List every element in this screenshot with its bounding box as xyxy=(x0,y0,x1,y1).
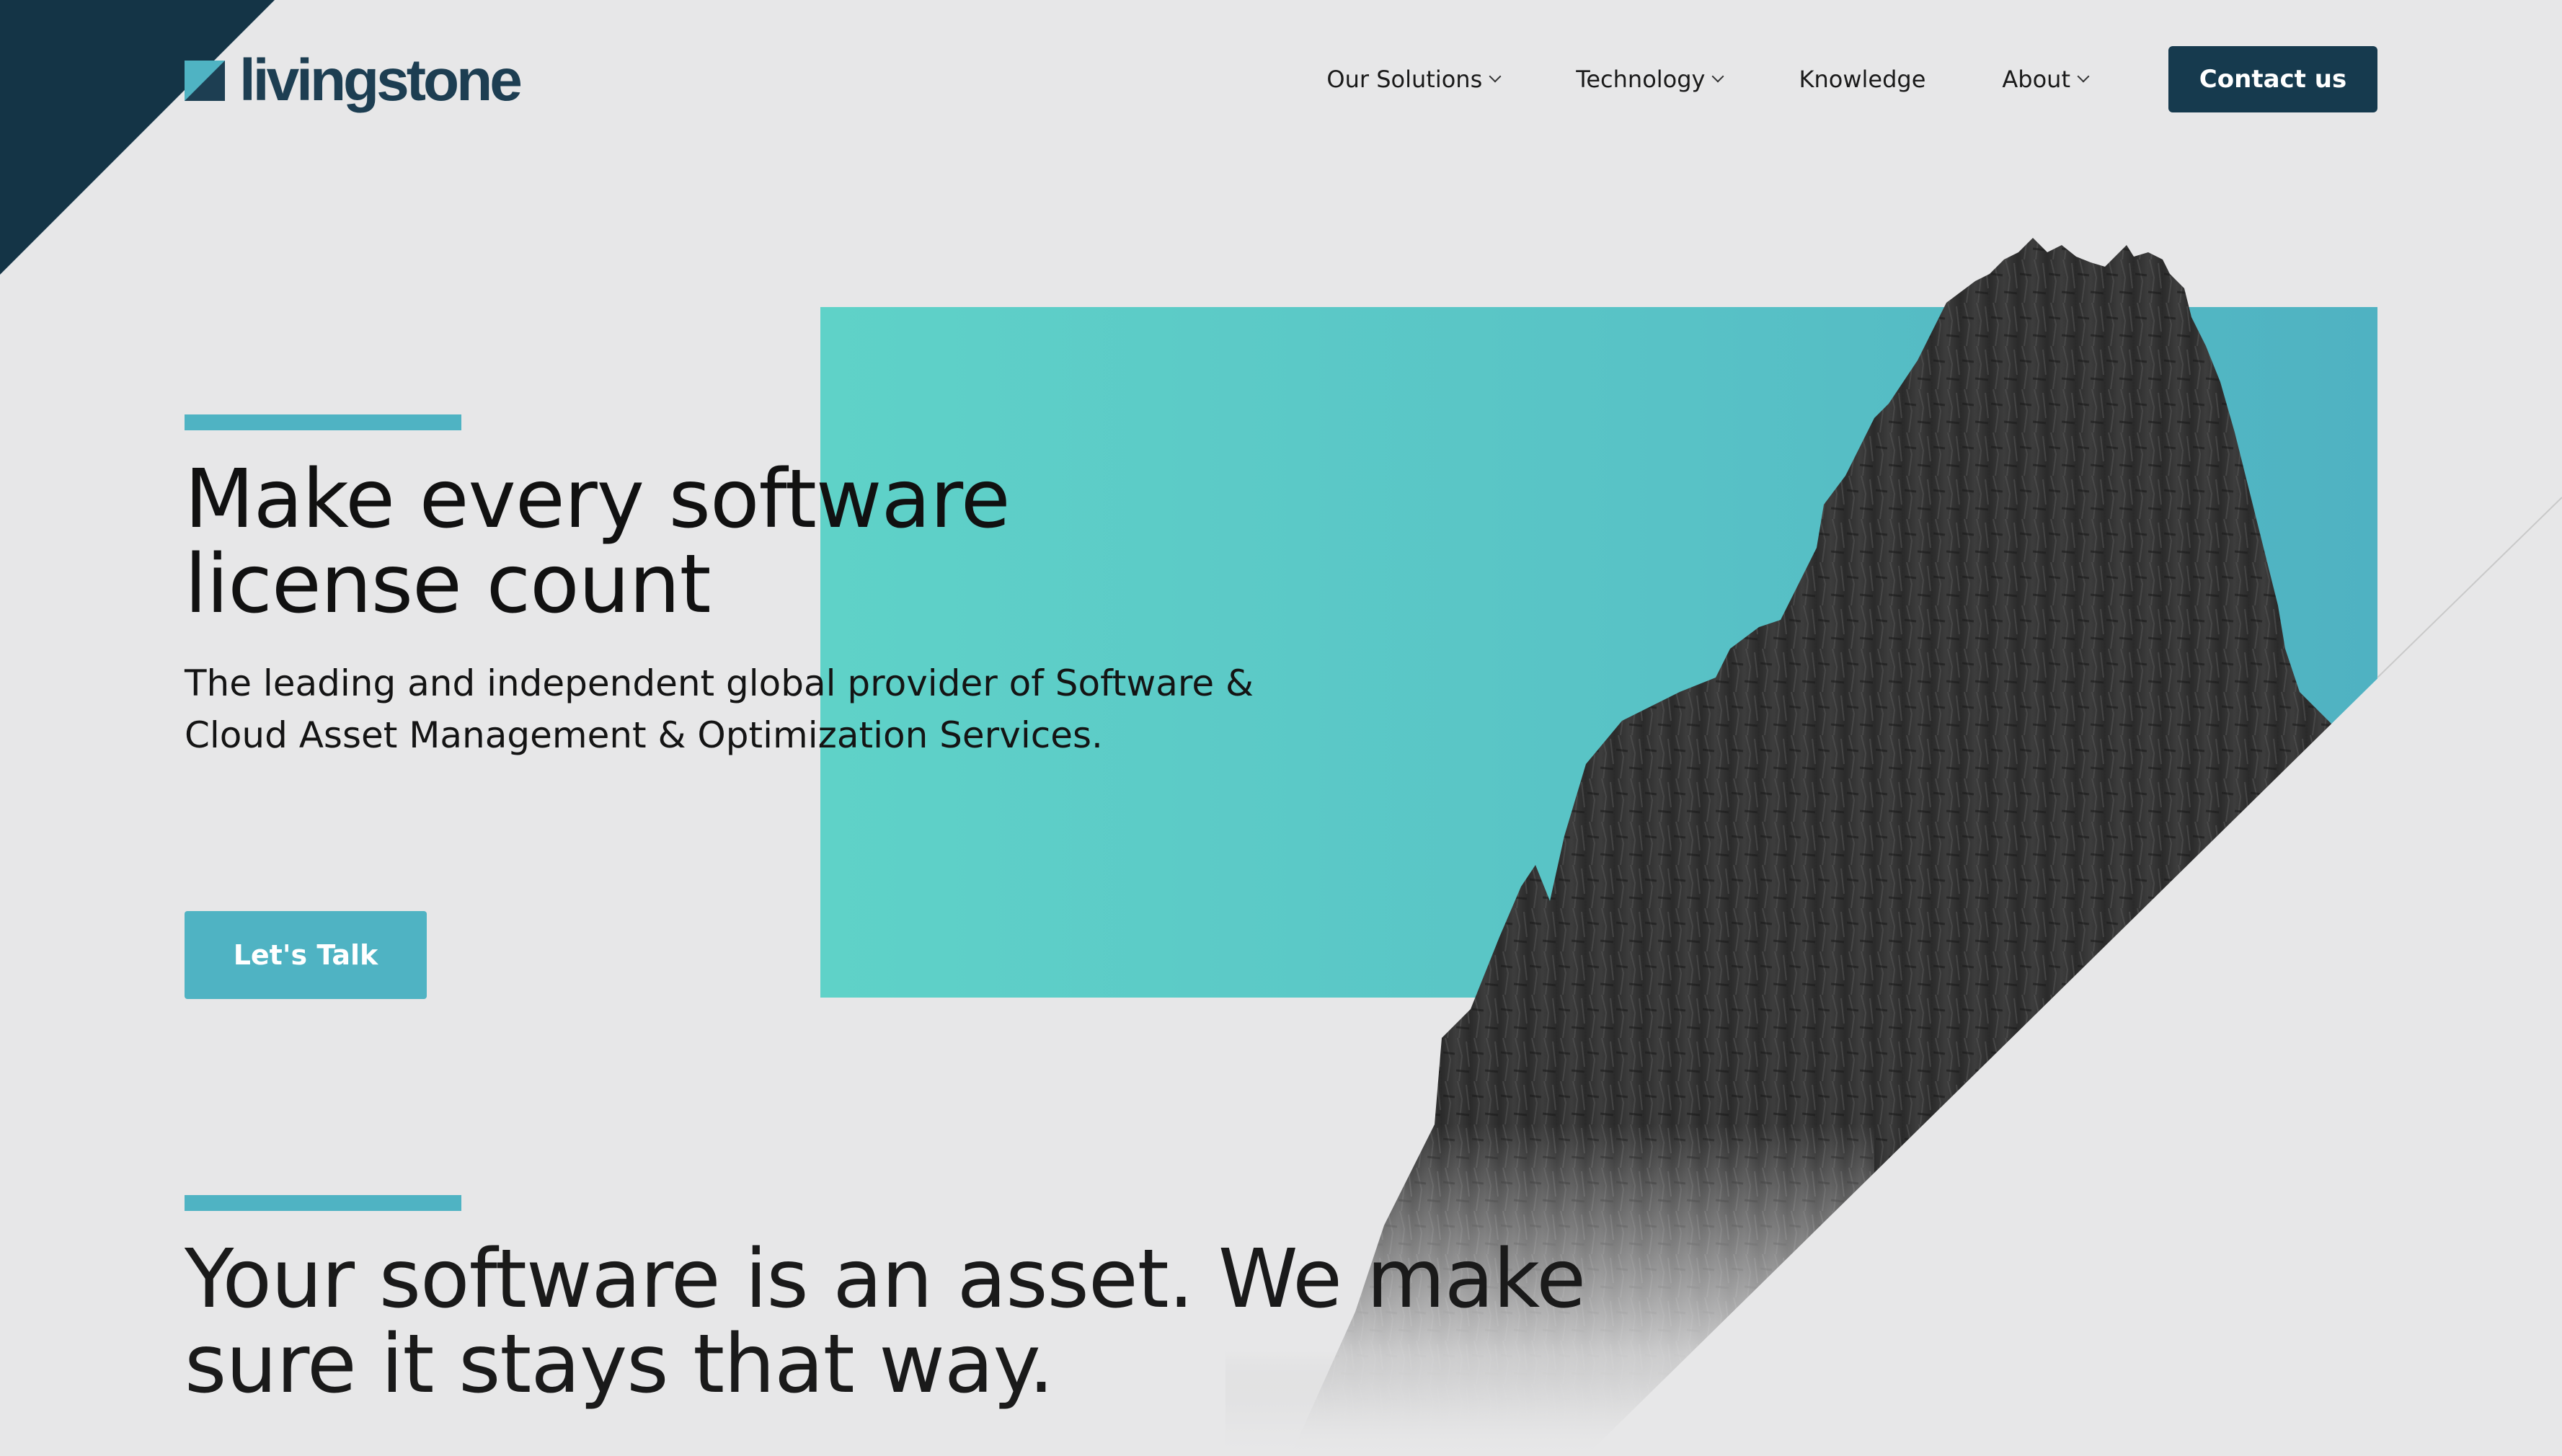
hero-subtitle: The leading and independent global provi… xyxy=(185,662,1254,756)
main-nav: Our Solutions Technology Knowledge About… xyxy=(1326,46,2377,112)
lets-talk-button[interactable]: Let's Talk xyxy=(185,911,427,999)
header: livingstone Our Solutions Technology Kno… xyxy=(0,0,2562,159)
contact-us-button[interactable]: Contact us xyxy=(2168,46,2377,112)
logo[interactable]: livingstone xyxy=(185,45,523,117)
section-title: Your software is an asset. We make sure … xyxy=(185,1233,1586,1411)
nav-item-knowledge[interactable]: Knowledge xyxy=(1799,66,1925,93)
chevron-down-icon xyxy=(1489,70,1502,83)
hero-teal-block xyxy=(820,307,2377,998)
chevron-down-icon xyxy=(1711,70,1724,83)
nav-item-label: Technology xyxy=(1576,66,1706,93)
nav-item-label: Knowledge xyxy=(1799,66,1926,93)
chevron-down-icon xyxy=(2077,70,2090,83)
nav-item-technology[interactable]: Technology xyxy=(1576,66,1724,93)
logo-mark-icon xyxy=(185,61,225,101)
hero-title: Make every software license count xyxy=(185,453,1011,631)
page: livingstone Our Solutions Technology Kno… xyxy=(0,0,2562,1456)
nav-item-label: Our Solutions xyxy=(1326,66,1483,93)
nav-item-about[interactable]: About xyxy=(2002,66,2090,93)
section-accent-bar xyxy=(185,1195,461,1211)
nav-item-label: About xyxy=(2002,66,2070,93)
hero-accent-bar xyxy=(185,414,461,430)
nav-item-our-solutions[interactable]: Our Solutions xyxy=(1326,66,1502,93)
logo-text: livingstone xyxy=(239,48,523,113)
